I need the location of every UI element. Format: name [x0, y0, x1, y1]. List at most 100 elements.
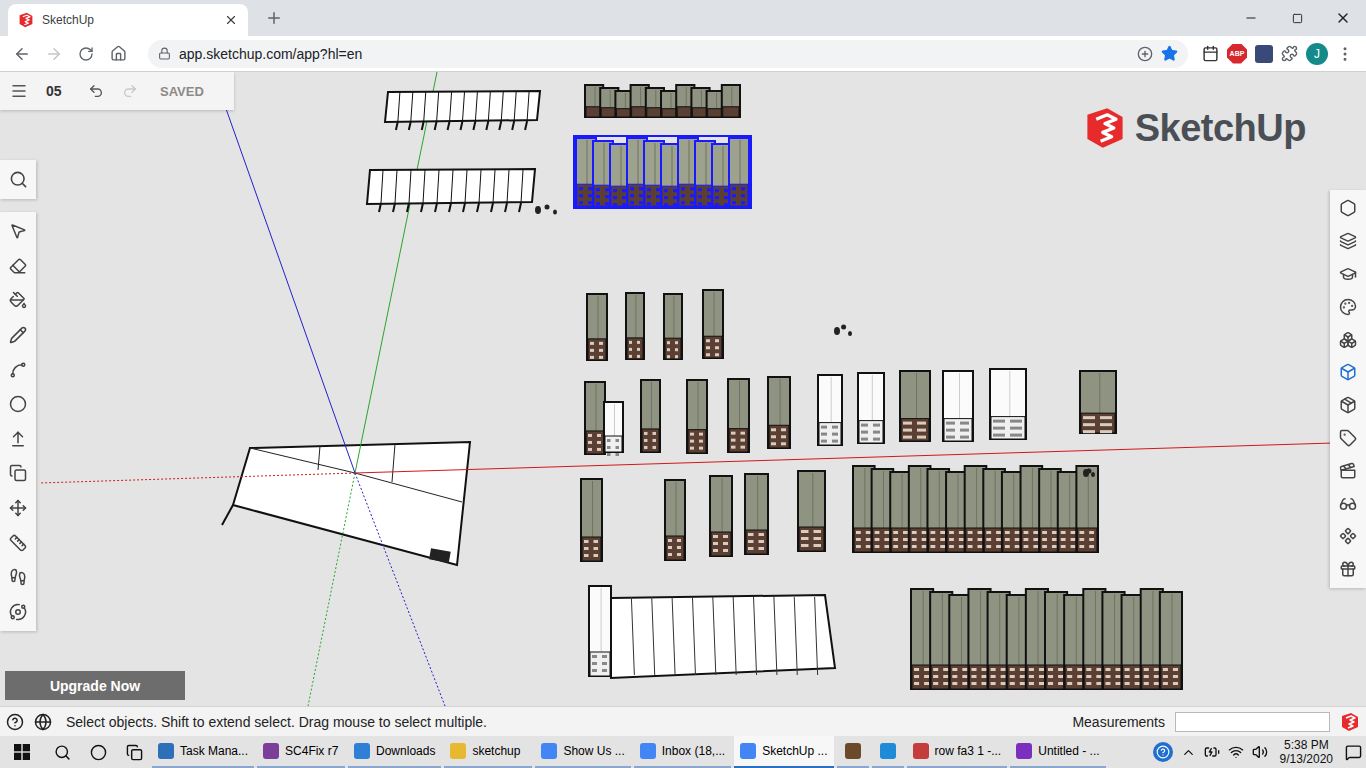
minimize-button[interactable] — [1228, 0, 1274, 36]
forward-button[interactable] — [40, 40, 68, 68]
omnibox[interactable]: app.sketchup.com/app?hl=en — [148, 40, 1188, 68]
building[interactable] — [990, 369, 1026, 439]
wifi-icon[interactable] — [1228, 744, 1244, 760]
building[interactable] — [745, 474, 768, 554]
materials-panel-button[interactable] — [1330, 290, 1366, 323]
offset-tool[interactable] — [0, 456, 36, 491]
close-tab-icon[interactable] — [224, 13, 238, 27]
taskbar-app[interactable]: SketchUp ... — [734, 736, 833, 768]
restore-button[interactable] — [1274, 0, 1320, 36]
building[interactable] — [1160, 592, 1182, 689]
show-hidden-icon[interactable] — [1181, 745, 1196, 760]
small-object[interactable] — [535, 205, 557, 215]
task-view-button[interactable] — [116, 736, 152, 768]
search-tool[interactable] — [0, 162, 36, 197]
pencil-tool[interactable] — [0, 318, 36, 353]
taskbar-app[interactable]: Untitled - ... — [1010, 736, 1105, 768]
ground-plane[interactable] — [222, 442, 470, 565]
building[interactable] — [943, 371, 973, 441]
building[interactable] — [626, 293, 644, 359]
notifications-icon[interactable] — [1345, 744, 1362, 761]
extension-square-icon[interactable] — [1255, 45, 1273, 63]
orbit-tool[interactable] — [0, 595, 36, 630]
tray-help[interactable] — [1153, 742, 1173, 762]
building[interactable] — [728, 379, 749, 452]
start-button[interactable] — [0, 736, 44, 768]
taskbar-app[interactable] — [837, 736, 869, 768]
building-row[interactable] — [585, 85, 740, 117]
building[interactable] — [703, 290, 723, 358]
taskbar-app[interactable]: row fa3 1 -... — [907, 736, 1008, 768]
search-button[interactable] — [44, 736, 80, 768]
building[interactable] — [1076, 466, 1098, 552]
building[interactable] — [585, 382, 605, 454]
new-tab-button[interactable] — [260, 4, 288, 32]
back-button[interactable] — [8, 40, 36, 68]
adblock-extension[interactable]: ABP — [1227, 44, 1247, 64]
eraser-tool[interactable] — [0, 249, 36, 284]
building[interactable] — [710, 476, 732, 556]
outliner-panel-button[interactable] — [1330, 225, 1366, 258]
building[interactable] — [798, 471, 825, 551]
building[interactable] — [900, 371, 930, 441]
reload-button[interactable] — [72, 40, 100, 68]
taskbar-app[interactable]: Task Mana... — [152, 736, 254, 768]
taskbar-app[interactable]: Show Us ... — [535, 736, 630, 768]
model-info-panel-button[interactable] — [1330, 520, 1366, 553]
small-object[interactable] — [1083, 469, 1095, 478]
help-icon[interactable] — [6, 713, 24, 731]
small-object[interactable] — [834, 325, 852, 336]
volume-icon[interactable] — [1252, 744, 1268, 760]
redo-icon[interactable] — [122, 83, 138, 99]
components-panel-button[interactable] — [1330, 323, 1366, 356]
building[interactable] — [768, 377, 790, 448]
upgrade-button[interactable]: Upgrade Now — [5, 671, 185, 700]
building[interactable] — [587, 294, 607, 360]
entity-info-panel-button[interactable] — [1330, 192, 1366, 225]
building[interactable] — [818, 375, 842, 445]
home-button[interactable] — [104, 40, 132, 68]
measurements-input[interactable] — [1175, 712, 1330, 732]
extensions-panel-button[interactable] — [1330, 553, 1366, 586]
taskbar-app[interactable]: Inbox (18,... — [634, 736, 731, 768]
tags-panel-button[interactable] — [1330, 422, 1366, 455]
building[interactable] — [858, 373, 884, 443]
styles-panel-button[interactable] — [1330, 389, 1366, 422]
menu-dots-icon[interactable] — [1336, 45, 1354, 63]
building[interactable] — [641, 380, 660, 452]
select-tool[interactable] — [0, 214, 36, 249]
taskbar-app[interactable]: Downloads — [348, 736, 441, 768]
building[interactable] — [1080, 371, 1116, 433]
bookmark-star-icon[interactable] — [1161, 45, 1178, 62]
arc-tool[interactable] — [0, 352, 36, 387]
building-row[interactable] — [574, 136, 751, 208]
building-row[interactable] — [853, 466, 1098, 552]
taskbar-app[interactable] — [872, 736, 904, 768]
frame-structure[interactable] — [385, 91, 540, 130]
walk-tool[interactable] — [0, 560, 36, 595]
undo-icon[interactable] — [88, 83, 104, 99]
scenes-panel-button[interactable] — [1330, 454, 1366, 487]
hamburger-icon[interactable] — [10, 82, 28, 100]
taskbar-app[interactable]: SC4Fix r7 — [257, 736, 345, 768]
push-pull-tool[interactable] — [0, 422, 36, 457]
building[interactable] — [729, 138, 749, 206]
close-window-button[interactable] — [1320, 0, 1366, 36]
calendar-extension-icon[interactable] — [1202, 45, 1219, 62]
instructor-panel-button[interactable] — [1330, 258, 1366, 291]
building[interactable] — [665, 480, 685, 560]
display-panel-button[interactable] — [1330, 356, 1366, 389]
building[interactable] — [589, 586, 611, 676]
profile-avatar[interactable]: J — [1306, 43, 1328, 65]
move-tool[interactable] — [0, 491, 36, 526]
paint-bucket-tool[interactable] — [0, 283, 36, 318]
building[interactable] — [664, 294, 682, 359]
building[interactable] — [604, 402, 623, 456]
cortana-button[interactable] — [80, 736, 116, 768]
model-canvas[interactable] — [0, 72, 1366, 706]
tape-measure-tool[interactable] — [0, 525, 36, 560]
browser-tab[interactable]: SketchUp — [8, 4, 248, 36]
globe-icon[interactable] — [34, 713, 52, 731]
views-panel-button[interactable] — [1330, 487, 1366, 520]
circle-tool[interactable] — [0, 387, 36, 422]
